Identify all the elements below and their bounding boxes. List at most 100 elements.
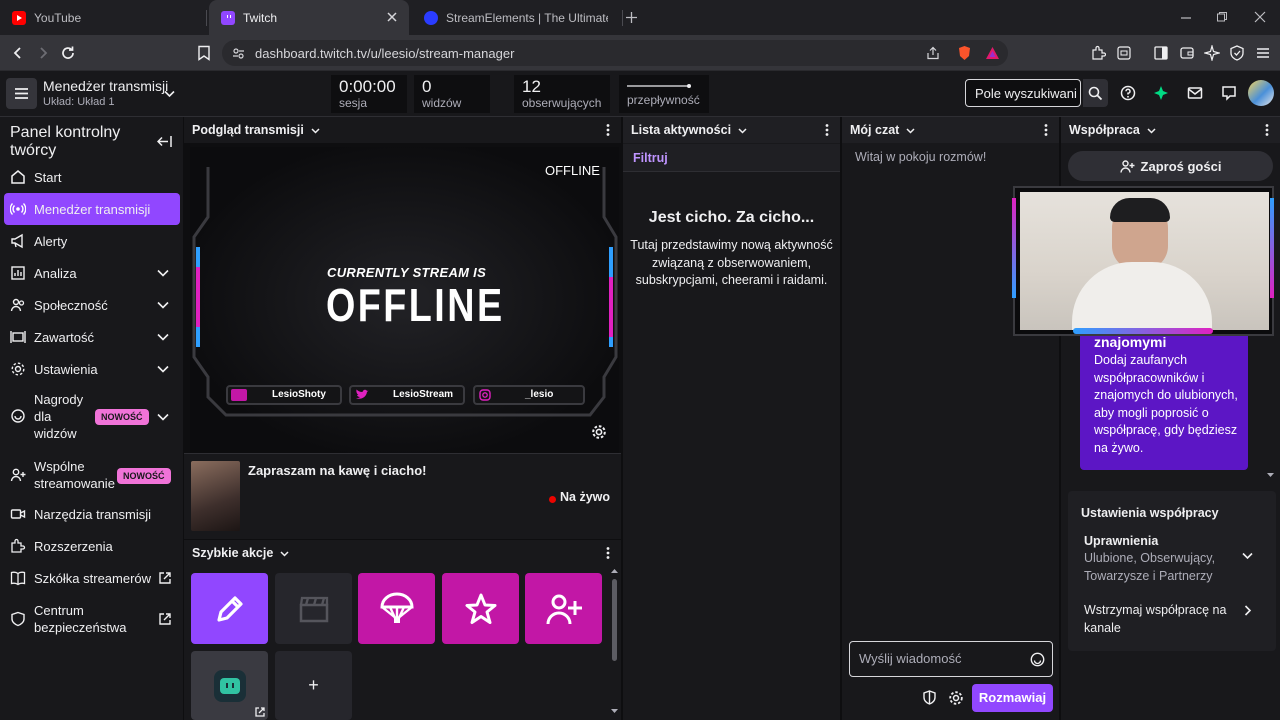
streamlabs-action-button[interactable] xyxy=(191,651,268,720)
sidebar-item-content[interactable]: Zawartość xyxy=(4,321,180,353)
screenshot-icon[interactable] xyxy=(1116,45,1132,61)
vpn-icon[interactable] xyxy=(1229,45,1245,61)
wallet-icon[interactable] xyxy=(1179,45,1195,61)
menu-icon[interactable] xyxy=(1255,45,1271,61)
sidebar-item-label: Rozszerzenia xyxy=(34,538,113,554)
scroll-down-icon[interactable] xyxy=(610,708,619,714)
collapse-sidebar-icon[interactable] xyxy=(157,135,172,148)
brave-shield-icon[interactable] xyxy=(957,45,972,61)
clip-button-disabled[interactable] xyxy=(275,573,352,644)
sidebar-item-alerts[interactable]: Alerty xyxy=(4,225,180,257)
tab-streamelements[interactable]: StreamElements | The Ultimate Strear xyxy=(412,0,622,35)
emote-picker-icon[interactable] xyxy=(1030,652,1045,667)
chevron-down-icon[interactable] xyxy=(163,87,176,100)
search-input[interactable]: Pole wyszukiwani xyxy=(965,79,1081,107)
sidebar-item-label: Centrum bezpieczeństwa xyxy=(34,603,127,635)
reload-icon[interactable] xyxy=(60,45,76,61)
sidebar-item-settings[interactable]: Ustawienia xyxy=(4,353,180,385)
stream-info-card[interactable]: Zapraszam na kawę i ciacho! Na żywo xyxy=(184,453,621,539)
site-settings-icon[interactable] xyxy=(232,47,245,60)
url-bar[interactable]: dashboard.twitch.tv/u/leesio/stream-mana… xyxy=(222,40,1008,66)
maximize-icon[interactable] xyxy=(1216,11,1228,23)
filter-button[interactable]: Filtruj xyxy=(633,151,668,165)
chevron-down-icon[interactable] xyxy=(279,548,290,559)
minimize-icon[interactable] xyxy=(1180,12,1192,24)
panel-header: Lista aktywności xyxy=(623,117,840,143)
more-options-icon[interactable] xyxy=(601,123,615,137)
extensions-icon[interactable] xyxy=(1090,45,1106,61)
sidebar-item-safety-center[interactable]: Centrum bezpieczeństwa xyxy=(4,600,180,638)
sidebar-item-extensions[interactable]: Rozszerzenia xyxy=(4,530,180,562)
chevron-down-icon[interactable] xyxy=(1146,125,1157,136)
share-icon[interactable] xyxy=(926,46,940,60)
sidebar-item-label: Menedżer transmisji xyxy=(34,201,151,217)
headphones xyxy=(1110,198,1170,222)
sidebar-item-start[interactable]: Start xyxy=(4,161,180,193)
stat-label: sesja xyxy=(339,96,368,110)
page-title: Menedżer transmisji xyxy=(43,78,169,94)
more-options-icon[interactable] xyxy=(601,546,615,560)
search-placeholder: Pole wyszukiwani xyxy=(975,86,1077,101)
chat-input[interactable]: Wyślij wiadomość xyxy=(849,641,1053,677)
scrollbar-thumb[interactable] xyxy=(612,579,617,661)
stat-label: widzów xyxy=(422,96,462,110)
tab-twitch[interactable]: Twitch xyxy=(209,0,409,35)
help-icon[interactable] xyxy=(1120,85,1136,101)
social-pill-twitter: LesioStream xyxy=(349,385,465,405)
sidebar-item-stream-tools[interactable]: Narzędzia transmisji xyxy=(4,498,180,530)
edit-stream-info-button[interactable] xyxy=(191,573,268,644)
chevron-down-icon[interactable] xyxy=(737,125,748,136)
user-avatar[interactable] xyxy=(1248,80,1274,106)
leo-ai-icon[interactable] xyxy=(1204,45,1220,61)
hamburger-menu-button[interactable] xyxy=(6,78,37,109)
tab-separator xyxy=(206,10,207,26)
scroll-down-icon[interactable] xyxy=(1266,472,1275,478)
raid-channel-button[interactable] xyxy=(358,573,435,644)
chat-send-button[interactable]: Rozmawiaj xyxy=(972,684,1053,712)
close-window-icon[interactable] xyxy=(1254,11,1266,23)
crown-gem-icon[interactable] xyxy=(1153,85,1169,101)
chevron-down-icon[interactable] xyxy=(905,125,916,136)
chevron-down-icon xyxy=(157,413,169,421)
sidebar-item-label: Start xyxy=(34,169,62,185)
add-collaborator-button[interactable] xyxy=(525,573,602,644)
whispers-icon[interactable] xyxy=(1221,85,1237,101)
sidebar-item-collab-streaming[interactable]: Wspólne streamowanie NOWOŚĆ xyxy=(4,457,180,493)
new-tab-icon[interactable] xyxy=(625,11,638,24)
chevron-down-icon[interactable] xyxy=(310,125,321,136)
more-options-icon[interactable] xyxy=(1260,123,1274,137)
sidebar-item-analytics[interactable]: Analiza xyxy=(4,257,180,289)
youtube-icon xyxy=(231,389,247,401)
close-tab-icon[interactable] xyxy=(385,10,399,24)
sidebar-toggle-icon[interactable] xyxy=(1153,45,1169,61)
add-stream-marker-button[interactable] xyxy=(442,573,519,644)
bookmark-icon[interactable] xyxy=(197,45,211,61)
scroll-up-icon[interactable] xyxy=(610,568,619,574)
add-quick-action-button[interactable]: + xyxy=(275,651,352,720)
search-icon xyxy=(1088,86,1103,101)
chat-welcome-message: Witaj w pokoju rozmów! xyxy=(855,150,987,164)
brave-rewards-icon[interactable] xyxy=(985,46,1000,60)
chat-settings-gear-icon[interactable] xyxy=(948,690,964,706)
inbox-icon[interactable] xyxy=(1187,85,1203,101)
back-icon[interactable] xyxy=(10,45,26,61)
panel-header: Współpraca xyxy=(1061,117,1280,143)
sidebar-item-viewer-rewards[interactable]: Nagrody dla widzów NOWOŚĆ xyxy=(4,389,180,443)
stat-value: 0:00:00 xyxy=(339,77,396,96)
chevron-down-icon xyxy=(157,269,169,277)
pause-collab-row[interactable]: Wstrzymaj współpracę na kanale xyxy=(1068,596,1276,640)
sidebar-item-community[interactable]: Społeczność xyxy=(4,289,180,321)
invite-guests-button[interactable]: Zaproś gości xyxy=(1068,151,1273,181)
more-options-icon[interactable] xyxy=(1039,123,1053,137)
mod-shield-icon[interactable] xyxy=(922,690,937,705)
forward-icon[interactable] xyxy=(35,45,51,61)
clapperboard-icon xyxy=(299,596,328,622)
more-options-icon[interactable] xyxy=(820,123,834,137)
sidebar-item-stream-manager[interactable]: Menedżer transmisji xyxy=(4,193,180,225)
tab-youtube[interactable]: YouTube xyxy=(0,0,205,35)
permissions-row[interactable]: Uprawnienia Ulubione, Obserwujący, Towar… xyxy=(1068,527,1276,589)
gear-icon[interactable] xyxy=(591,424,607,440)
puzzle-icon xyxy=(11,538,26,553)
search-button[interactable] xyxy=(1083,79,1108,107)
sidebar-item-creator-camp[interactable]: Szkółka streamerów xyxy=(4,562,180,594)
